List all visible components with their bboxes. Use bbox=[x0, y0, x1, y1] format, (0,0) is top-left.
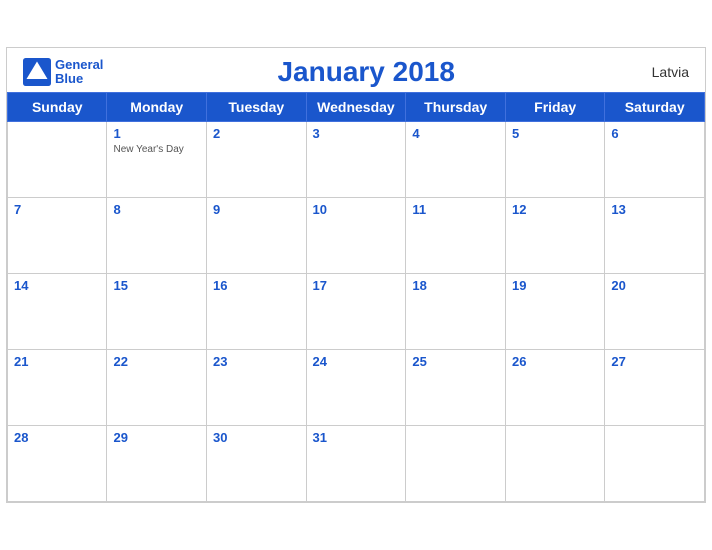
day-number: 5 bbox=[512, 126, 598, 141]
calendar-cell: 9 bbox=[206, 198, 306, 274]
calendar-cell: 6 bbox=[605, 122, 705, 198]
day-number: 20 bbox=[611, 278, 698, 293]
day-number: 23 bbox=[213, 354, 300, 369]
week-row-2: 789 10 11 12 13 bbox=[8, 198, 705, 274]
calendar-container: General Blue January 2018 Latvia SundayM… bbox=[6, 47, 706, 503]
day-number: 13 bbox=[611, 202, 698, 217]
calendar-cell: 8 bbox=[107, 198, 207, 274]
day-number: 12 bbox=[512, 202, 598, 217]
week-row-5: 28 29 30 31 bbox=[8, 426, 705, 502]
day-number: 29 bbox=[113, 430, 200, 445]
calendar-cell: 3 bbox=[306, 122, 406, 198]
calendar-cell: 27 bbox=[605, 350, 705, 426]
calendar-cell: 17 bbox=[306, 274, 406, 350]
calendar-cell: 18 bbox=[406, 274, 506, 350]
day-number: 26 bbox=[512, 354, 598, 369]
weekday-header-saturday: Saturday bbox=[605, 93, 705, 122]
logo-line2: Blue bbox=[55, 72, 103, 86]
weekday-header-sunday: Sunday bbox=[8, 93, 107, 122]
calendar-cell: 13 bbox=[605, 198, 705, 274]
day-number: 21 bbox=[14, 354, 100, 369]
day-number: 1 bbox=[113, 126, 200, 141]
day-number: 24 bbox=[313, 354, 400, 369]
calendar-cell: 12 bbox=[506, 198, 605, 274]
calendar-cell bbox=[605, 426, 705, 502]
weekday-header-friday: Friday bbox=[506, 93, 605, 122]
day-number: 4 bbox=[412, 126, 499, 141]
calendar-cell: 19 bbox=[506, 274, 605, 350]
weekday-header-wednesday: Wednesday bbox=[306, 93, 406, 122]
calendar-cell: 31 bbox=[306, 426, 406, 502]
day-number: 17 bbox=[313, 278, 400, 293]
logo-text: General Blue bbox=[55, 58, 103, 87]
calendar-cell: 28 bbox=[8, 426, 107, 502]
day-number: 16 bbox=[213, 278, 300, 293]
calendar-title: January 2018 bbox=[103, 56, 629, 88]
calendar-cell: 1 New Year's Day bbox=[107, 122, 207, 198]
day-number: 14 bbox=[14, 278, 100, 293]
country-label: Latvia bbox=[629, 64, 689, 80]
calendar-cell: 23 bbox=[206, 350, 306, 426]
day-number: 18 bbox=[412, 278, 499, 293]
calendar-cell: 21 bbox=[8, 350, 107, 426]
day-number: 31 bbox=[313, 430, 400, 445]
calendar-cell bbox=[406, 426, 506, 502]
calendar-cell: 15 bbox=[107, 274, 207, 350]
calendar-cell: 10 bbox=[306, 198, 406, 274]
day-number: 8 bbox=[113, 202, 200, 217]
day-number: 7 bbox=[14, 202, 100, 217]
calendar-cell: 4 bbox=[406, 122, 506, 198]
calendar-header: General Blue January 2018 Latvia bbox=[7, 48, 705, 92]
holiday-label: New Year's Day bbox=[113, 143, 200, 156]
weekday-header-thursday: Thursday bbox=[406, 93, 506, 122]
day-number: 15 bbox=[113, 278, 200, 293]
week-row-3: 14 15 16 17 18 19 20 bbox=[8, 274, 705, 350]
day-number: 6 bbox=[611, 126, 698, 141]
calendar-cell: 16 bbox=[206, 274, 306, 350]
weekday-header-row: SundayMondayTuesdayWednesdayThursdayFrid… bbox=[8, 93, 705, 122]
day-number: 19 bbox=[512, 278, 598, 293]
day-number: 30 bbox=[213, 430, 300, 445]
calendar-cell: 29 bbox=[107, 426, 207, 502]
calendar-cell: 2 bbox=[206, 122, 306, 198]
calendar-cell bbox=[506, 426, 605, 502]
weekday-header-tuesday: Tuesday bbox=[206, 93, 306, 122]
calendar-cell: 11 bbox=[406, 198, 506, 274]
day-number: 22 bbox=[113, 354, 200, 369]
calendar-cell: 14 bbox=[8, 274, 107, 350]
calendar-cell: 5 bbox=[506, 122, 605, 198]
logo-area: General Blue bbox=[23, 58, 103, 87]
day-number: 28 bbox=[14, 430, 100, 445]
generalblue-logo-icon bbox=[23, 58, 51, 86]
calendar-cell: 25 bbox=[406, 350, 506, 426]
calendar-cell bbox=[8, 122, 107, 198]
calendar-grid: SundayMondayTuesdayWednesdayThursdayFrid… bbox=[7, 92, 705, 502]
calendar-cell: 26 bbox=[506, 350, 605, 426]
day-number: 10 bbox=[313, 202, 400, 217]
calendar-cell: 20 bbox=[605, 274, 705, 350]
day-number: 11 bbox=[412, 202, 499, 217]
week-row-4: 21 22 23 24 25 26 27 bbox=[8, 350, 705, 426]
weekday-header-monday: Monday bbox=[107, 93, 207, 122]
calendar-cell: 7 bbox=[8, 198, 107, 274]
week-row-1: 1 New Year's Day 23456 bbox=[8, 122, 705, 198]
calendar-cell: 30 bbox=[206, 426, 306, 502]
day-number: 9 bbox=[213, 202, 300, 217]
day-number: 27 bbox=[611, 354, 698, 369]
calendar-cell: 22 bbox=[107, 350, 207, 426]
day-number: 3 bbox=[313, 126, 400, 141]
logo-line1: General bbox=[55, 58, 103, 72]
day-number: 2 bbox=[213, 126, 300, 141]
day-number: 25 bbox=[412, 354, 499, 369]
calendar-cell: 24 bbox=[306, 350, 406, 426]
